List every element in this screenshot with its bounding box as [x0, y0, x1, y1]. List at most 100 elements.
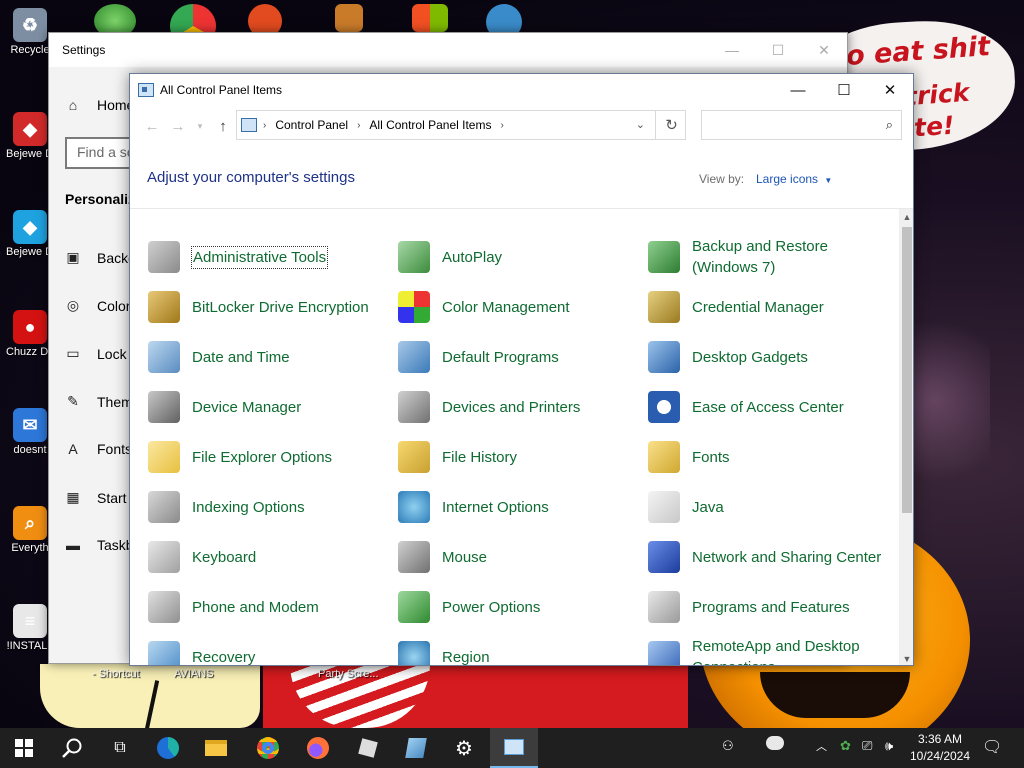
desktop-label-shortcut[interactable]: - Shortcut	[92, 668, 140, 680]
cp-item-ease-of-access-center[interactable]: Ease of Access Center	[648, 387, 888, 427]
scroll-down-icon[interactable]: ▼	[899, 651, 913, 665]
cp-item-credential-manager[interactable]: Credential Manager	[648, 287, 888, 327]
app-taskbar-button[interactable]	[392, 728, 440, 768]
cp-item-device-manager[interactable]: Device Manager	[148, 387, 388, 427]
weather-icon[interactable]	[766, 736, 784, 753]
cp-item-fonts[interactable]: Fonts	[648, 437, 888, 477]
device-manager-icon	[148, 391, 180, 423]
tray-app-icon[interactable]: ✿	[840, 738, 851, 754]
settings-home[interactable]: ⌂ Home	[65, 97, 135, 113]
desktop-icon[interactable]: ⌕ Everyth	[6, 506, 54, 554]
file-explorer-button[interactable]	[192, 728, 240, 768]
settings-maximize-button[interactable]: ☐	[755, 33, 801, 67]
maximize-button[interactable]: ☐	[821, 74, 867, 106]
vertical-scrollbar[interactable]: ▲ ▼	[899, 209, 913, 665]
cp-item-desktop-gadgets[interactable]: Desktop Gadgets	[648, 337, 888, 377]
autoplay-icon	[398, 241, 430, 273]
cp-item-backup-and-restore-windows-7[interactable]: Backup and Restore (Windows 7)	[648, 237, 888, 277]
people-icon[interactable]: ⚇	[722, 738, 734, 754]
cp-item-network-and-sharing-center[interactable]: Network and Sharing Center	[648, 537, 888, 577]
forward-arrow-icon[interactable]: →	[168, 116, 188, 136]
palette-icon: ◎	[66, 297, 80, 313]
scrollbar-thumb[interactable]	[902, 227, 912, 513]
desktop-label-party[interactable]: Party Scre...	[318, 668, 379, 680]
minimize-button[interactable]: —	[775, 74, 821, 106]
cp-item-keyboard[interactable]: Keyboard	[148, 537, 388, 577]
control-panel-taskbar-button[interactable]	[490, 728, 538, 768]
close-button[interactable]: ✕	[867, 74, 913, 106]
settings-item-fonts[interactable]: A Fonts	[65, 441, 132, 457]
settings-close-button[interactable]: ✕	[801, 33, 847, 67]
cp-item-programs-and-features[interactable]: Programs and Features	[648, 587, 888, 627]
show-hidden-icons-chevron-icon[interactable]: ︿	[816, 738, 827, 754]
cp-item-region[interactable]: Region	[398, 637, 638, 665]
programs-features-icon	[648, 591, 680, 623]
search-button[interactable]	[48, 728, 96, 768]
desktop-icon[interactable]: ◆ Bejewe Delux	[6, 210, 54, 258]
settings-item-taskbar[interactable]: ▬ Taskb	[65, 537, 134, 553]
breadcrumb-chevron-icon[interactable]: ›	[357, 120, 360, 131]
settings-item-background[interactable]: ▣ Backg	[65, 249, 136, 266]
cp-item-recovery[interactable]: Recovery	[148, 637, 388, 665]
edge-taskbar-button[interactable]	[144, 728, 192, 768]
desktop-icon[interactable]: ♻ Recycle	[6, 8, 54, 56]
page-heading: Adjust your computer's settings	[147, 169, 355, 186]
cp-item-autoplay[interactable]: AutoPlay	[398, 237, 638, 277]
cp-item-remoteapp-and-desktop-connections[interactable]: RemoteApp and Desktop Connections	[648, 637, 888, 665]
settings-item-themes[interactable]: ✎ Them	[65, 393, 133, 410]
cp-item-color-management[interactable]: Color Management	[398, 287, 638, 327]
cp-item-bitlocker-drive-encryption[interactable]: BitLocker Drive Encryption	[148, 287, 388, 327]
ease-of-access-icon	[648, 391, 680, 423]
breadcrumb-control-panel[interactable]: Control Panel	[275, 118, 348, 132]
recent-chevron-icon[interactable]: ▾	[190, 116, 210, 136]
cp-item-mouse[interactable]: Mouse	[398, 537, 638, 577]
settings-taskbar-button[interactable]: ⚙	[440, 728, 488, 768]
settings-item-lock-screen[interactable]: ▭ Lock s	[65, 345, 137, 362]
task-view-button[interactable]: ⧉	[96, 728, 144, 768]
cp-item-java[interactable]: Java	[648, 487, 888, 527]
settings-item-start[interactable]: ▦ Start	[65, 489, 126, 506]
cp-item-file-explorer-options[interactable]: File Explorer Options	[148, 437, 388, 477]
settings-minimize-button[interactable]: —	[709, 33, 755, 67]
chrome-taskbar-button[interactable]	[244, 728, 292, 768]
desktop-icon[interactable]: ≡ !INSTALL	[6, 604, 54, 652]
system-clock[interactable]: 3:36 AM 10/24/2024	[906, 731, 974, 765]
cp-item-administrative-tools[interactable]: Administrative Tools	[148, 237, 388, 277]
breadcrumb-chevron-icon[interactable]: ›	[263, 120, 266, 131]
desktop-icon[interactable]: ✉ doesnt	[6, 408, 54, 456]
refresh-button[interactable]: ↻	[655, 110, 687, 140]
cp-item-default-programs[interactable]: Default Programs	[398, 337, 638, 377]
cp-item-label: Mouse	[442, 548, 488, 566]
cp-item-internet-options[interactable]: Internet Options	[398, 487, 638, 527]
search-icon	[62, 738, 82, 758]
scroll-up-icon[interactable]: ▲	[899, 209, 913, 225]
firefox-taskbar-button[interactable]	[294, 728, 342, 768]
windows-app-icon[interactable]	[412, 4, 448, 32]
roblox-taskbar-button[interactable]	[344, 728, 392, 768]
search-control-panel-input[interactable]: ⌕	[701, 110, 902, 140]
game-desktop-icon[interactable]	[335, 4, 363, 32]
desktop-icon[interactable]: ● Chuzz Delux	[6, 310, 54, 358]
settings-title: Settings	[62, 43, 106, 57]
address-dropdown-icon[interactable]: ⌄	[636, 118, 645, 131]
cp-item-date-and-time[interactable]: Date and Time	[148, 337, 388, 377]
breadcrumb-all-items[interactable]: All Control Panel Items	[369, 118, 491, 132]
cp-item-file-history[interactable]: File History	[398, 437, 638, 477]
cp-item-devices-and-printers[interactable]: Devices and Printers	[398, 387, 638, 427]
cp-item-phone-and-modem[interactable]: Phone and Modem	[148, 587, 388, 627]
volume-icon[interactable]: 🕪	[885, 738, 893, 754]
up-arrow-icon[interactable]: ↑	[213, 116, 233, 136]
notifications-icon[interactable]: 🗨	[982, 737, 1002, 757]
cp-item-power-options[interactable]: Power Options	[398, 587, 638, 627]
view-by-dropdown[interactable]: Large icons ▼	[756, 172, 832, 186]
desktop-icon[interactable]: ◆ Bejewe Delux	[6, 112, 54, 160]
breadcrumb-chevron-icon[interactable]: ›	[500, 120, 503, 131]
settings-item-colors[interactable]: ◎ Colors	[65, 297, 138, 314]
desktop-label-avians[interactable]: AVIANS	[174, 668, 214, 680]
network-icon[interactable]: ⎚	[862, 738, 872, 754]
back-arrow-icon[interactable]: ←	[142, 116, 162, 136]
start-button[interactable]	[0, 728, 48, 768]
cp-item-indexing-options[interactable]: Indexing Options	[148, 487, 388, 527]
control-panel-window[interactable]: All Control Panel Items — ☐ ✕ ← → ▾ ↑ › …	[129, 73, 914, 666]
address-bar[interactable]: › Control Panel › All Control Panel Item…	[236, 110, 686, 140]
